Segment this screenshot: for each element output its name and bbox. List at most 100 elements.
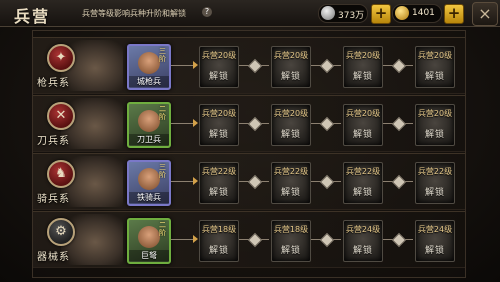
unlock-requirement: 兵营20级: [273, 109, 309, 118]
close-button[interactable]: ×: [472, 2, 498, 26]
unlock-label: 解锁: [352, 188, 373, 198]
page-title: 兵营: [14, 7, 51, 26]
unit-tier-tag: 三阶: [159, 163, 166, 179]
barracks-screen: 兵营 兵营等级影响兵种升阶和解锁 ? 373万 + 1401 + × ✦ 枪兵系…: [0, 0, 500, 282]
locked-unit-slot[interactable]: 兵营18级 解锁: [199, 220, 239, 262]
unit-name: 巨弩: [129, 250, 169, 261]
category-name: 枪兵系: [37, 78, 70, 89]
arrow-icon: [193, 235, 198, 243]
unit-portrait: [138, 52, 160, 74]
add-gold-button[interactable]: +: [444, 4, 464, 24]
locked-unit-slot[interactable]: 兵营20级 解锁: [343, 104, 383, 146]
locked-unit-slot[interactable]: 兵营22级 解锁: [415, 162, 455, 204]
unlock-label: 解锁: [208, 246, 229, 256]
unit-portrait: [138, 226, 160, 248]
locked-unit-slot[interactable]: 兵营22级 解锁: [343, 162, 383, 204]
unlock-requirement: 兵营24级: [345, 225, 381, 234]
unit-row: ✦ 枪兵系 三阶 城枪兵 兵营20级 解锁 兵营20级 解锁 兵营20级 解锁 …: [33, 37, 465, 94]
unlock-requirement: 兵营20级: [417, 51, 453, 60]
gold-ingot-icon: [395, 6, 409, 20]
locked-unit-slot[interactable]: 兵营24级 解锁: [415, 220, 455, 262]
unlock-requirement: 兵营24级: [417, 225, 453, 234]
unit-tier-tag: 二阶: [159, 105, 166, 121]
unit-category[interactable]: ✕ 刀兵系: [33, 96, 125, 151]
locked-unit-slot[interactable]: 兵营20级 解锁: [271, 104, 311, 146]
category-emblem-icon: ♞: [47, 160, 75, 188]
category-name: 刀兵系: [37, 136, 70, 147]
diamond-node-icon: [247, 232, 263, 248]
locked-unit-slot[interactable]: 兵营20级 解锁: [199, 46, 239, 88]
silver-value: 373万: [338, 11, 365, 21]
category-name: 器械系: [37, 252, 70, 263]
unlock-requirement: 兵营22级: [201, 167, 237, 176]
unlock-requirement: 兵营20级: [345, 51, 381, 60]
unlock-requirement: 兵营20级: [417, 109, 453, 118]
locked-unit-slot[interactable]: 兵营20级 解锁: [271, 46, 311, 88]
unit-category[interactable]: ♞ 骑兵系: [33, 154, 125, 209]
silver-icon: [321, 6, 335, 20]
diamond-node-icon: [319, 116, 335, 132]
connector-line: [171, 181, 195, 182]
add-silver-button[interactable]: +: [371, 4, 391, 24]
barracks-hint: 兵营等级影响兵种升阶和解锁: [82, 9, 186, 18]
unit-portrait: [138, 110, 160, 132]
unlock-label: 解锁: [280, 72, 301, 82]
unit-row: ⚙ 器械系 二阶 巨弩 兵营18级 解锁 兵营18级 解锁 兵营24级 解锁 兵…: [33, 211, 465, 268]
unit-row: ✕ 刀兵系 二阶 刀卫兵 兵营20级 解锁 兵营20级 解锁 兵营20级 解锁 …: [33, 95, 465, 152]
unlock-label: 解锁: [352, 246, 373, 256]
unlock-label: 解锁: [208, 72, 229, 82]
unlock-label: 解锁: [424, 188, 445, 198]
connector-line: [171, 123, 195, 124]
locked-unit-slot[interactable]: 兵营24级 解锁: [343, 220, 383, 262]
unlock-requirement: 兵营20级: [273, 51, 309, 60]
locked-unit-slot[interactable]: 兵营20级 解锁: [343, 46, 383, 88]
unlock-label: 解锁: [280, 130, 301, 140]
connector-line: [171, 239, 195, 240]
unit-card[interactable]: 三阶 铁骑兵: [127, 160, 171, 206]
connector-line: [171, 65, 195, 66]
locked-unit-slot[interactable]: 兵营22级 解锁: [199, 162, 239, 204]
unit-tree-panel: ✦ 枪兵系 三阶 城枪兵 兵营20级 解锁 兵营20级 解锁 兵营20级 解锁 …: [32, 30, 466, 278]
locked-unit-slot[interactable]: 兵营20级 解锁: [415, 104, 455, 146]
unit-name: 铁骑兵: [129, 192, 169, 203]
unit-card[interactable]: 二阶 巨弩: [127, 218, 171, 264]
unit-card[interactable]: 二阶 刀卫兵: [127, 102, 171, 148]
top-bar: 兵营 兵营等级影响兵种升阶和解锁 ? 373万 + 1401 + ×: [0, 0, 500, 27]
diamond-node-icon: [247, 174, 263, 190]
unit-tier-tag: 二阶: [159, 221, 166, 237]
diamond-node-icon: [319, 174, 335, 190]
locked-unit-slot[interactable]: 兵营22级 解锁: [271, 162, 311, 204]
gold-value: 1401: [412, 8, 435, 18]
diamond-node-icon: [247, 58, 263, 74]
locked-unit-slot[interactable]: 兵营20级 解锁: [199, 104, 239, 146]
unlock-requirement: 兵营18级: [273, 225, 309, 234]
unlock-requirement: 兵营18级: [201, 225, 237, 234]
unlock-label: 解锁: [352, 130, 373, 140]
unlock-label: 解锁: [280, 188, 301, 198]
category-emblem-icon: ✕: [47, 102, 75, 130]
unlock-label: 解锁: [208, 188, 229, 198]
unit-tier-tag: 三阶: [159, 47, 166, 63]
locked-unit-slot[interactable]: 兵营18级 解锁: [271, 220, 311, 262]
diamond-node-icon: [319, 58, 335, 74]
unlock-label: 解锁: [352, 72, 373, 82]
unlock-label: 解锁: [280, 246, 301, 256]
diamond-node-icon: [319, 232, 335, 248]
silver-resource: 373万: [318, 4, 368, 23]
unlock-requirement: 兵营20级: [345, 109, 381, 118]
unlock-requirement: 兵营22级: [417, 167, 453, 176]
arrow-icon: [193, 119, 198, 127]
unlock-requirement: 兵营22级: [273, 167, 309, 176]
arrow-icon: [193, 177, 198, 185]
diamond-node-icon: [391, 58, 407, 74]
help-icon[interactable]: ?: [202, 7, 212, 17]
gold-resource: 1401: [392, 4, 442, 23]
diamond-node-icon: [391, 232, 407, 248]
unit-card[interactable]: 三阶 城枪兵: [127, 44, 171, 90]
unlock-label: 解锁: [424, 72, 445, 82]
unit-category[interactable]: ✦ 枪兵系: [33, 38, 125, 93]
unit-category[interactable]: ⚙ 器械系: [33, 212, 125, 267]
unlock-label: 解锁: [424, 130, 445, 140]
unit-row: ♞ 骑兵系 三阶 铁骑兵 兵营22级 解锁 兵营22级 解锁 兵营22级 解锁 …: [33, 153, 465, 210]
locked-unit-slot[interactable]: 兵营20级 解锁: [415, 46, 455, 88]
